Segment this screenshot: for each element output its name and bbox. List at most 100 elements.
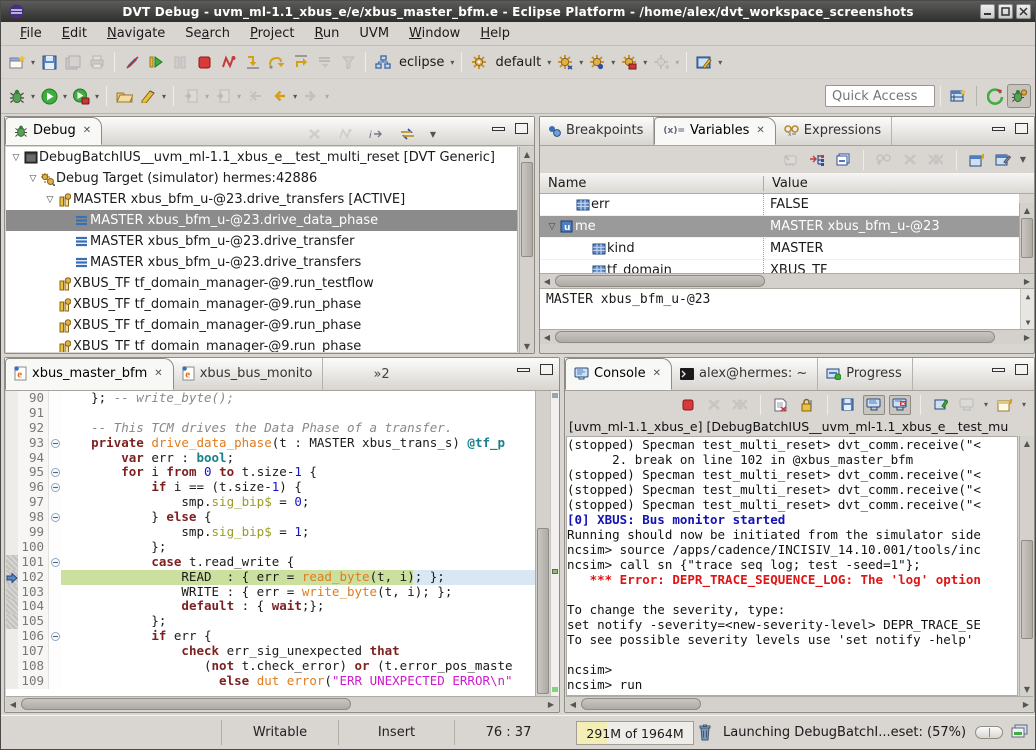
tab-terminal[interactable]: alex@hermes: ~ bbox=[672, 358, 818, 390]
dvt-rebuild-button[interactable] bbox=[585, 50, 609, 74]
quick-access-input[interactable] bbox=[825, 85, 935, 107]
run-interactive-dropdown[interactable]: ▾ bbox=[93, 92, 101, 101]
tab-progress[interactable]: Progress bbox=[818, 358, 912, 390]
tab-console-close-icon[interactable]: ✕ bbox=[653, 368, 661, 379]
step-return-button[interactable] bbox=[288, 50, 312, 74]
close-window-button[interactable] bbox=[1016, 4, 1031, 19]
menu-help[interactable]: Help bbox=[471, 23, 519, 44]
menu-file[interactable]: File bbox=[11, 23, 51, 44]
code-line[interactable]: 90 }; -- write_byte(); bbox=[6, 391, 558, 406]
dvt-add-config-dropdown[interactable]: ▾ bbox=[673, 58, 681, 67]
remove-selected-button[interactable] bbox=[899, 150, 921, 170]
show-progress-view-button[interactable] bbox=[1011, 724, 1028, 739]
code-line[interactable]: 93 private drive_data_phase(t : MASTER x… bbox=[6, 436, 558, 451]
pin-view-button[interactable] bbox=[992, 150, 1014, 170]
expander-open-icon[interactable]: ▽ bbox=[10, 153, 22, 163]
code-line[interactable]: 102 READ : { err = read_byte(t, i); }; bbox=[6, 570, 558, 585]
variables-minimize-button[interactable] bbox=[992, 127, 1005, 131]
dvt-default-config-combo[interactable]: default bbox=[491, 55, 545, 70]
tab-console[interactable]: Console ✕ bbox=[565, 358, 672, 390]
debug-tree-item[interactable]: ▽Debug Target (simulator) hermes:42886 bbox=[6, 168, 517, 189]
debug-tree-item[interactable]: XBUS_TF tf_domain_manager-@9.run_phase bbox=[6, 294, 517, 315]
editor-tab-overflow[interactable]: »2 bbox=[373, 367, 389, 390]
code-line[interactable]: 106 if err { bbox=[6, 629, 558, 644]
step-over-button[interactable] bbox=[264, 50, 288, 74]
save-button[interactable] bbox=[37, 50, 61, 74]
new-wizard-button[interactable] bbox=[5, 50, 29, 74]
debug-tree-item[interactable]: MASTER xbus_bfm_u-@23.drive_transfers bbox=[6, 252, 517, 273]
dvt-rebuild-dropdown[interactable]: ▾ bbox=[609, 58, 617, 67]
show-logical-structure-button[interactable] bbox=[806, 150, 828, 170]
menu-project[interactable]: Project bbox=[241, 23, 304, 44]
code-line[interactable]: 105 }; bbox=[6, 614, 558, 629]
menu-edit[interactable]: Edit bbox=[53, 23, 96, 44]
console-maximize-button[interactable] bbox=[1015, 364, 1028, 375]
next-annotation-button[interactable] bbox=[179, 84, 203, 108]
debug-tree-item[interactable]: ▽MASTER xbus_bfm_u-@23.drive_transfers [… bbox=[6, 189, 517, 210]
terminate-button[interactable] bbox=[192, 50, 216, 74]
tab-xbus-bus-monito[interactable]: e xbus_bus_monito bbox=[174, 358, 324, 390]
variables-detail-hscrollbar[interactable]: ◀▶ bbox=[540, 329, 1034, 344]
code-line[interactable]: 99 smp.sig_bip$ = 1; bbox=[6, 525, 558, 540]
variable-row[interactable]: tf_domainXBUS_TF bbox=[540, 260, 1019, 273]
dvt-stop-build-button[interactable] bbox=[617, 50, 641, 74]
column-value[interactable]: Value bbox=[764, 176, 1034, 191]
variables-maximize-button[interactable] bbox=[1015, 123, 1028, 134]
console-remove-all-button[interactable] bbox=[729, 395, 751, 415]
editor-minimize-button[interactable] bbox=[517, 368, 530, 372]
debug-view-menu[interactable]: ▼ bbox=[428, 130, 438, 139]
eclipse-launch-dropdown[interactable]: ▾ bbox=[448, 58, 456, 67]
back-button[interactable] bbox=[267, 84, 291, 108]
scroll-lock-button[interactable] bbox=[796, 395, 818, 415]
code-editor[interactable]: 90 }; -- write_byte();9192 -- This TCM d… bbox=[6, 391, 558, 696]
suspend-button[interactable] bbox=[168, 50, 192, 74]
clear-console-button[interactable] bbox=[770, 395, 792, 415]
dvt-build-button[interactable] bbox=[553, 50, 577, 74]
highlight-button[interactable] bbox=[136, 84, 160, 108]
progress-indicator[interactable] bbox=[975, 726, 1003, 739]
variable-row[interactable]: errFALSE bbox=[540, 194, 1019, 216]
open-console-button[interactable] bbox=[994, 395, 1016, 415]
fold-collapse-icon[interactable] bbox=[48, 465, 61, 480]
debug-tree-item[interactable]: MASTER xbus_bfm_u-@23.drive_transfer bbox=[6, 231, 517, 252]
drop-to-frame-button[interactable] bbox=[312, 50, 336, 74]
debug-minimize-button[interactable] bbox=[492, 127, 505, 131]
debug-maximize-button[interactable] bbox=[515, 123, 528, 134]
editor-hscrollbar[interactable]: ◀▶ bbox=[6, 696, 558, 711]
debug-perspective-button[interactable] bbox=[1007, 84, 1031, 108]
last-edit-location-button[interactable] bbox=[243, 84, 267, 108]
skip-all-breakpoints-button[interactable] bbox=[120, 50, 144, 74]
code-line[interactable]: 92 -- This TCM drives the Data Phase of … bbox=[6, 421, 558, 436]
editor-vscrollbar[interactable] bbox=[535, 391, 550, 696]
back-dropdown[interactable]: ▾ bbox=[291, 92, 299, 101]
variables-detail-pane[interactable]: MASTER xbus_bfm_u-@23 ▲▼ bbox=[540, 288, 1034, 329]
code-line[interactable]: 100 }; bbox=[6, 540, 558, 555]
open-perspective-button[interactable] bbox=[946, 84, 970, 108]
new-view-button[interactable] bbox=[966, 150, 988, 170]
debug-launch-button[interactable] bbox=[5, 84, 29, 108]
code-line[interactable]: 109 else dut error("ERR UNEXPECTED ERROR… bbox=[6, 674, 558, 689]
menu-uvm[interactable]: UVM bbox=[350, 23, 398, 44]
code-line[interactable]: 95 for i from 0 to t.size-1 { bbox=[6, 465, 558, 480]
console-minimize-button[interactable] bbox=[992, 368, 1005, 372]
console-hscrollbar[interactable]: ◀▶ bbox=[566, 696, 1033, 711]
code-line[interactable]: 101 case t.read_write { bbox=[6, 555, 558, 570]
menu-run[interactable]: Run bbox=[305, 23, 348, 44]
show-on-stderr-button[interactable] bbox=[889, 395, 911, 415]
fold-collapse-icon[interactable] bbox=[48, 555, 61, 570]
tab-breakpoints[interactable]: Breakpoints bbox=[540, 117, 654, 145]
launch-hierarchy-icon[interactable] bbox=[371, 50, 395, 74]
fold-collapse-icon[interactable] bbox=[48, 436, 61, 451]
expander-open-icon[interactable]: ▽ bbox=[27, 174, 39, 184]
resume-button[interactable] bbox=[144, 50, 168, 74]
dvt-config-gear-icon[interactable] bbox=[467, 50, 491, 74]
run-interactive-button[interactable] bbox=[69, 84, 93, 108]
maximize-window-button[interactable] bbox=[998, 4, 1013, 19]
tab-variables[interactable]: (x)= Variables ✕ bbox=[654, 117, 775, 145]
editor-overview-ruler[interactable] bbox=[550, 391, 559, 696]
previous-annotation-dropdown[interactable]: ▾ bbox=[235, 92, 243, 101]
forward-dropdown[interactable]: ▾ bbox=[323, 92, 331, 101]
open-console-dropdown[interactable]: ▾ bbox=[1020, 400, 1028, 409]
view-layout-button[interactable] bbox=[397, 124, 419, 144]
expander-open-icon[interactable]: ▽ bbox=[546, 222, 558, 232]
